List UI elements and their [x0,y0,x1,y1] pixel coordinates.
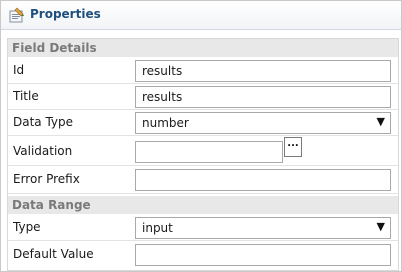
id-input[interactable]: results [135,60,391,82]
error-prefix-input[interactable] [135,169,391,191]
validation-label: Validation [13,144,73,158]
panel-title: Properties [30,7,101,21]
titlebar: Properties [1,1,401,30]
row-title: Title results [8,83,398,110]
section-data-range-label: Data Range [12,198,91,212]
data-type-select[interactable]: number ▼ [135,112,391,134]
row-validation: Validation ... [8,135,398,166]
id-value: results [142,64,183,78]
data-type-label: Data Type [13,115,74,129]
error-prefix-label: Error Prefix [13,172,80,186]
title-value: results [142,90,183,104]
section-data-range: Data Range [8,196,398,214]
row-type: Type input ▼ [8,214,398,241]
row-data-type: Data Type number ▼ [8,109,398,136]
row-id: Id results [8,57,398,84]
title-input[interactable]: results [135,86,391,108]
properties-form: Field Details Id results Title results D… [7,38,399,271]
type-select[interactable]: input ▼ [135,217,391,239]
properties-icon [9,7,24,23]
row-default-value: Default Value [8,240,398,268]
data-type-value: number [142,116,189,130]
default-value-label: Default Value [13,247,94,261]
type-label: Type [13,220,41,234]
properties-panel: Properties Field Details Id results Titl… [0,0,402,272]
default-value-input[interactable] [135,244,391,266]
id-label: Id [13,63,25,77]
section-field-details-label: Field Details [12,41,97,55]
title-label: Title [13,89,39,103]
chevron-down-icon: ▼ [376,115,385,128]
validation-input[interactable] [135,141,283,163]
validation-browse-button[interactable]: ... [284,137,302,157]
chevron-down-icon: ▼ [376,220,385,233]
type-value: input [142,221,173,235]
section-field-details: Field Details [8,39,398,57]
row-error-prefix: Error Prefix [8,165,398,194]
